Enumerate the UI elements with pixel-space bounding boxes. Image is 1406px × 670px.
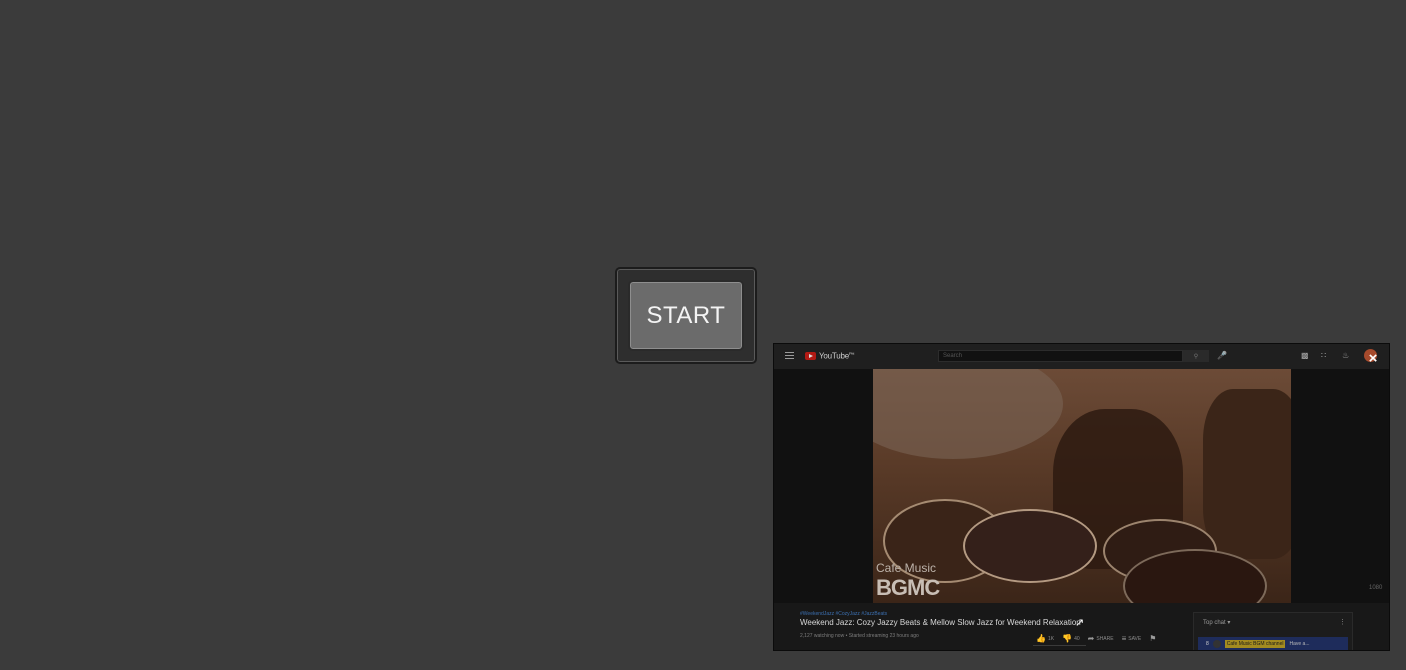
share-icon: ➦ bbox=[1087, 634, 1095, 643]
video-meta: 2,127 watching now • Started streaming 2… bbox=[800, 633, 919, 639]
share-button[interactable]: ➦ SHARE bbox=[1088, 634, 1114, 643]
video-player[interactable]: Cafe Music BGMC bbox=[873, 369, 1291, 603]
open-external-icon[interactable]: ↗ bbox=[1075, 617, 1087, 629]
notifications-bell-icon[interactable]: ♨ bbox=[1342, 351, 1349, 360]
flag-icon: ⚑ bbox=[1149, 634, 1157, 643]
youtube-logo[interactable]: YouTubePH bbox=[805, 351, 854, 361]
close-icon[interactable]: × bbox=[1365, 351, 1381, 367]
apps-grid-icon[interactable]: ∷ bbox=[1321, 351, 1326, 360]
search-icon: ⚲ bbox=[1193, 353, 1199, 360]
youtube-play-icon bbox=[805, 351, 816, 360]
youtube-header: YouTubePH Search ⚲ 🎤 ▩ ∷ ♨ bbox=[774, 344, 1389, 369]
live-chat-panel: Top chat ▾ ⋮ 8 Cafe Music BGM channel Ha… bbox=[1193, 612, 1353, 650]
chat-filter-dropdown[interactable]: Top chat ▾ bbox=[1203, 619, 1230, 626]
video-info-panel: #WeekendJazz #CozyJazz #JazzBeats Weeken… bbox=[774, 603, 1389, 650]
cup-shape-2 bbox=[963, 509, 1097, 583]
thumbs-up-icon: 👍 bbox=[1036, 634, 1046, 643]
quality-badge: 1080 bbox=[1369, 585, 1383, 591]
chat-avatar bbox=[1212, 640, 1221, 648]
like-button[interactable]: 👍 1K bbox=[1036, 634, 1054, 643]
video-bg-shape bbox=[873, 369, 1063, 459]
video-letterbox-left bbox=[774, 369, 873, 603]
youtube-brand-text: YouTubePH bbox=[819, 351, 855, 361]
chat-message-text: Have a... bbox=[1289, 641, 1310, 647]
menu-icon[interactable] bbox=[785, 352, 794, 361]
start-button[interactable]: START bbox=[628, 280, 744, 351]
thumbs-down-icon: 👎 bbox=[1062, 634, 1073, 643]
chat-author-badge: Cafe Music BGM channel bbox=[1224, 640, 1286, 648]
video-title: Weekend Jazz: Cozy Jazzy Beats & Mellow … bbox=[800, 618, 1081, 627]
video-caption: Cafe Music bbox=[876, 561, 937, 575]
more-options-icon[interactable]: ⋮ bbox=[1339, 618, 1346, 626]
create-video-icon[interactable]: ▩ bbox=[1301, 351, 1309, 360]
pot-shape bbox=[1203, 389, 1291, 559]
start-button-frame: START bbox=[615, 267, 757, 364]
youtube-popup-window: YouTubePH Search ⚲ 🎤 ▩ ∷ ♨ × 1080 Cafe M… bbox=[773, 343, 1390, 651]
chat-pinned-message[interactable]: 8 Cafe Music BGM channel Have a... bbox=[1198, 637, 1348, 650]
video-actions: 👍 1K 👎 40 ➦ SHARE ≡ SAVE ⚑ bbox=[1036, 634, 1156, 643]
search-button[interactable]: ⚲ bbox=[1183, 350, 1209, 362]
save-button[interactable]: ≡ SAVE bbox=[1122, 634, 1142, 643]
microphone-icon[interactable]: 🎤 bbox=[1217, 351, 1227, 360]
like-ratio-bar bbox=[1033, 645, 1086, 646]
dislike-button[interactable]: 👎 40 bbox=[1062, 634, 1080, 643]
search-input[interactable]: Search bbox=[938, 350, 1183, 362]
video-letterbox-right bbox=[1291, 369, 1389, 603]
playlist-add-icon: ≡ bbox=[1121, 634, 1127, 643]
video-logo: BGMC bbox=[876, 575, 940, 600]
report-button[interactable]: ⚑ bbox=[1149, 634, 1156, 643]
hashtags[interactable]: #WeekendJazz #CozyJazz #JazzBeats bbox=[800, 611, 887, 617]
chat-row-number: 8 bbox=[1206, 641, 1209, 647]
